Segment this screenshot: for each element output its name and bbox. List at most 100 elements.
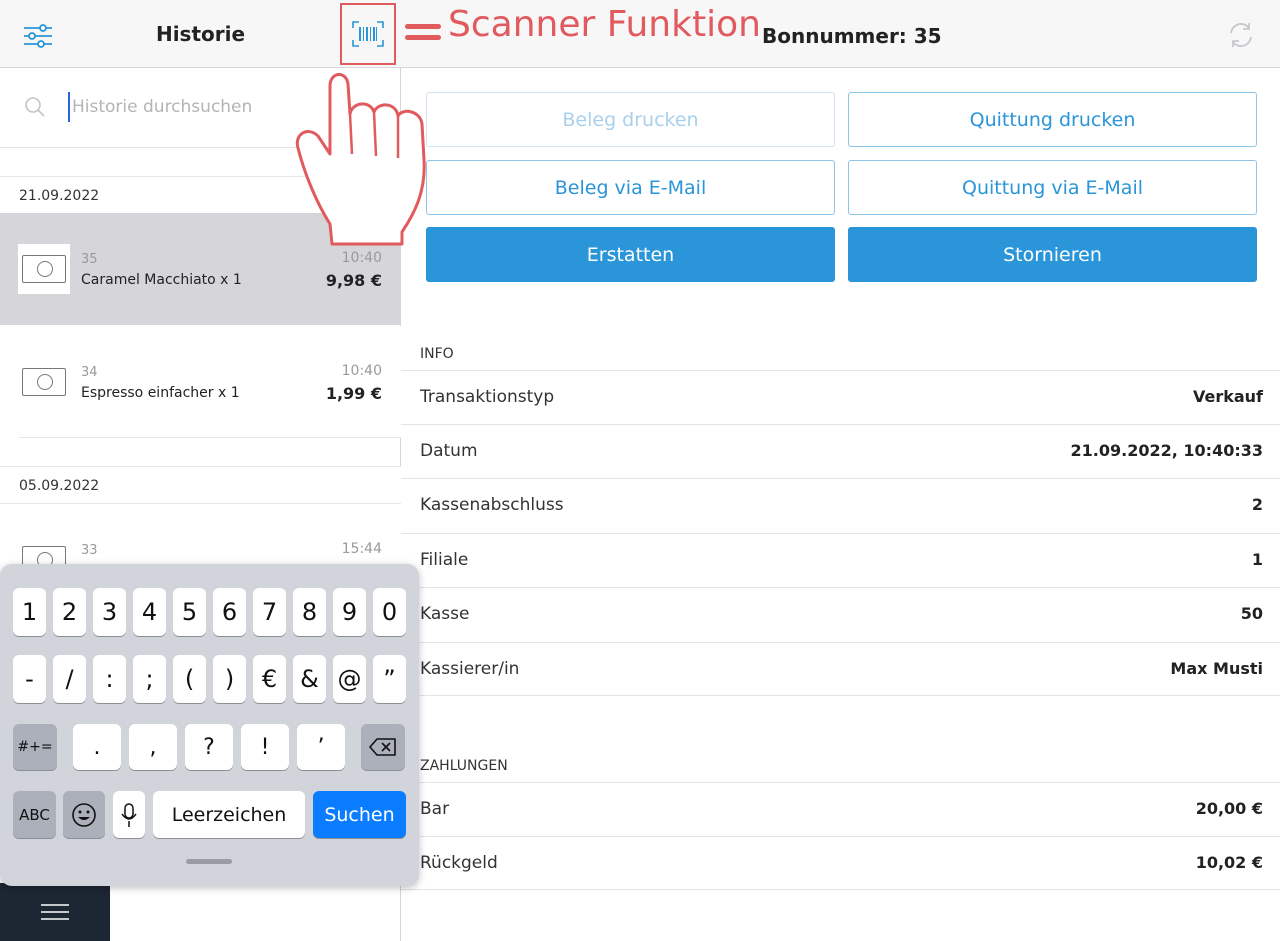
refresh-icon[interactable] [1226, 20, 1256, 50]
key[interactable]: 6 [213, 588, 246, 636]
key[interactable]: 0 [373, 588, 406, 636]
banknote-icon [22, 255, 66, 283]
receipt-thumbnail [18, 357, 70, 407]
keyboard-drag-handle[interactable] [186, 859, 232, 864]
sidebar-header: Historie [0, 0, 401, 68]
receipt-number: 34 [81, 365, 98, 380]
emoji-icon [72, 802, 96, 827]
row-value: 20,00 € [1195, 799, 1263, 818]
hamburger-menu-icon [41, 904, 69, 920]
row-value: 21.09.2022, 10:40:33 [1070, 441, 1263, 460]
key[interactable]: ’ [297, 724, 345, 770]
key[interactable]: / [53, 655, 86, 703]
key[interactable]: , [129, 724, 177, 770]
info-row: Kassierer/in Max Musti [401, 642, 1280, 696]
key[interactable]: 5 [173, 588, 206, 636]
search-bar [0, 68, 401, 148]
row-label: Kassierer/in [420, 659, 520, 679]
info-row: Transaktionstyp Verkauf [401, 370, 1280, 424]
receipt-number: 33 [81, 543, 98, 558]
row-label: Bar [420, 799, 450, 819]
key[interactable]: @ [333, 655, 366, 703]
backspace-key[interactable] [361, 724, 405, 770]
refund-button[interactable]: Erstatten [426, 227, 835, 282]
row-label: Kasse [420, 604, 470, 624]
key[interactable]: ; [133, 655, 166, 703]
key[interactable]: 8 [293, 588, 326, 636]
search-input[interactable] [68, 92, 368, 122]
row-label: Kassenabschluss [420, 495, 564, 515]
item-price: 1,99 € [325, 384, 382, 403]
receipt-number: 35 [81, 252, 98, 267]
info-row: Kasse 50 [401, 587, 1280, 641]
row-value: 1 [1251, 550, 1263, 569]
row-value: Verkauf [1192, 387, 1263, 406]
backspace-icon [369, 738, 396, 756]
annotation-label: Scanner Funktion [448, 4, 761, 45]
date-header: 05.09.2022 [0, 466, 401, 504]
print-quittung-button[interactable]: Quittung drucken [848, 92, 1257, 147]
info-row: Filiale 1 [401, 533, 1280, 587]
banknote-icon [22, 368, 66, 396]
key[interactable]: ! [241, 724, 289, 770]
row-label: Rückgeld [420, 853, 498, 873]
list-item[interactable]: 34 Espresso einfacher x 1 10:40 1,99 € [0, 326, 401, 438]
key[interactable]: € [253, 655, 286, 703]
key[interactable]: & [293, 655, 326, 703]
date-header: 21.09.2022 [0, 176, 401, 214]
print-receipt-button[interactable]: Beleg drucken [426, 92, 835, 147]
row-value: 2 [1251, 495, 1263, 514]
info-row: Datum 21.09.2022, 10:40:33 [401, 424, 1280, 478]
cancel-transaction-button[interactable]: Stornieren [848, 227, 1257, 282]
search-icon [25, 97, 45, 117]
key[interactable]: - [13, 655, 46, 703]
list-item[interactable]: 35 Caramel Macchiato x 1 10:40 9,98 € [0, 213, 401, 325]
annotation-equals-sign [405, 24, 441, 40]
email-receipt-button[interactable]: Beleg via E-Mail [426, 160, 835, 215]
row-value: 50 [1240, 604, 1263, 623]
key[interactable]: . [73, 724, 121, 770]
symbols-key[interactable]: #+= [13, 724, 57, 770]
onscreen-keyboard: 1234567890 -/:;()€&@” #+= .,?!’ ABC [0, 564, 419, 886]
emoji-key[interactable] [63, 791, 105, 838]
key[interactable]: 7 [253, 588, 286, 636]
barcode-scanner-button[interactable] [340, 3, 396, 65]
key[interactable]: 4 [133, 588, 166, 636]
key[interactable]: ? [185, 724, 233, 770]
key[interactable]: ) [213, 655, 246, 703]
payment-row: Bar 20,00 € [401, 782, 1280, 836]
divider [19, 437, 401, 438]
abc-key[interactable]: ABC [13, 791, 56, 838]
microphone-icon [121, 802, 137, 827]
item-name: Caramel Macchiato x 1 [81, 272, 242, 288]
menu-button[interactable] [0, 883, 110, 941]
search-key[interactable]: Suchen [313, 791, 406, 838]
app-window: Historie 21. [0, 0, 1280, 941]
barcode-icon [352, 21, 384, 47]
dictation-key[interactable] [113, 791, 145, 838]
key[interactable]: : [93, 655, 126, 703]
payments-section-label: ZAHLUNGEN [420, 758, 508, 774]
key[interactable]: 1 [13, 588, 46, 636]
email-quittung-button[interactable]: Quittung via E-Mail [848, 160, 1257, 215]
key[interactable]: 9 [333, 588, 366, 636]
info-section-label: INFO [420, 346, 454, 362]
receipt-number-title: Bonnummer: 35 [762, 24, 942, 48]
space-key[interactable]: Leerzeichen [153, 791, 305, 838]
key[interactable]: ” [373, 655, 406, 703]
info-row: Kassenabschluss 2 [401, 478, 1280, 532]
row-label: Datum [420, 441, 478, 461]
row-label: Transaktionstyp [420, 387, 555, 407]
item-time: 15:44 [341, 541, 382, 557]
key[interactable]: 3 [93, 588, 126, 636]
key[interactable]: 2 [53, 588, 86, 636]
row-label: Filiale [420, 550, 469, 570]
receipt-thumbnail [18, 244, 70, 294]
row-value: Max Musti [1170, 659, 1263, 678]
key[interactable]: ( [173, 655, 206, 703]
item-price: 9,98 € [325, 271, 382, 290]
payment-row: Rückgeld 10,02 € [401, 836, 1280, 890]
item-time: 10:40 [341, 363, 382, 379]
item-time: 10:40 [341, 250, 382, 266]
row-value: 10,02 € [1195, 853, 1263, 872]
